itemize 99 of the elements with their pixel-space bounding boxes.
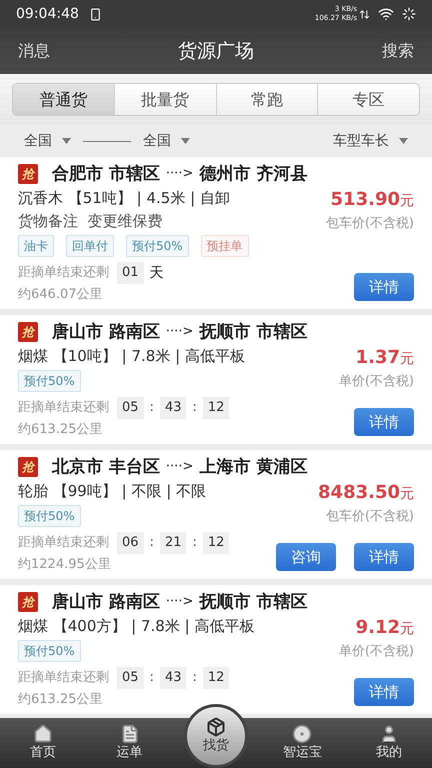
countdown-separator: : — [192, 534, 197, 552]
countdown-value: 43 — [160, 667, 186, 689]
destination-text: 抚顺市 市辖区 — [199, 321, 308, 344]
countdown-value: 12 — [202, 667, 230, 689]
caret-icon — [62, 138, 71, 144]
countdown-label: 距摘单结束还剩 — [18, 534, 109, 552]
search-link[interactable]: 搜索 — [382, 39, 414, 63]
cargo-info: 沉香木 【51吨】 | 4.5米 | 自卸 — [18, 188, 231, 209]
document-icon — [120, 724, 140, 744]
price-value: 9.12 — [356, 616, 400, 640]
tag: 油卡 — [18, 235, 54, 257]
origin-text: 唐山市 路南区 — [52, 321, 160, 344]
price-value: 513.90 — [330, 188, 400, 212]
cargo-card[interactable]: 抢 唐山市 路南区 ····> 抚顺市 市辖区 烟煤 【10吨】 | 7.8米 | 高低平板 预付50% 距摘单结束还剩 05 : 43 : 12 约613.25公里 1.37元 单价(不含税) 详情 — [0, 315, 432, 444]
coin-icon — [292, 724, 312, 744]
countdown-separator: : — [150, 534, 154, 552]
home-icon — [33, 724, 54, 744]
action-button[interactable]: 详情 — [354, 273, 414, 301]
origin-text: 北京市 丰台区 — [52, 456, 160, 479]
tag: 预付50% — [18, 370, 81, 392]
category-tab[interactable]: 普通货 — [13, 84, 114, 115]
action-button[interactable]: 详情 — [354, 408, 414, 436]
tag: 回单付 — [66, 235, 114, 257]
action-button[interactable]: 详情 — [354, 543, 414, 571]
tag: 预挂单 — [200, 235, 249, 257]
price-unit: 元 — [400, 485, 414, 504]
nav-item[interactable]: 我的 — [370, 718, 408, 768]
nav-item[interactable]: 运单 — [110, 718, 149, 768]
wifi-icon — [378, 6, 394, 22]
price-value: 1.37 — [356, 346, 400, 370]
countdown-value: 05 — [117, 667, 144, 689]
grab-badge: 抢 — [18, 592, 38, 612]
countdown-value: 01 — [117, 262, 144, 284]
origin-text: 合肥市 市辖区 — [52, 163, 160, 186]
countdown-value: 12 — [202, 397, 230, 419]
data-arrows-icon — [359, 8, 370, 20]
messages-link[interactable]: 消息 — [18, 39, 50, 63]
countdown-separator: : — [150, 399, 154, 418]
countdown-value: 43 — [160, 397, 186, 419]
grab-badge: 抢 — [18, 164, 38, 184]
countdown-unit: 天 — [150, 264, 164, 282]
grab-badge: 抢 — [18, 322, 38, 342]
price-unit: 元 — [400, 620, 414, 639]
destination-text: 德州市 齐河县 — [199, 163, 308, 186]
tag: 预付50% — [18, 505, 81, 527]
tag: 预付50% — [126, 235, 189, 257]
cargo-info: 轮胎 【99吨】 | 不限 | 不限 — [18, 481, 208, 502]
cargo-card[interactable]: 抢 合肥市 市辖区 ····> 德州市 齐河县 沉香木 【51吨】 | 4.5米 | 自卸 货物备注 变更维保费 油卡 回单付 预付50% 预挂单 距摘单结束还剩 01 天 约646.07公里 513.90元 包车价(不含税) 详情 — [0, 157, 432, 309]
cargo-note: 货物备注 变更维保费 — [18, 211, 164, 232]
category-tab[interactable]: 常跑 — [216, 84, 318, 115]
caret-icon — [181, 138, 190, 144]
cargo-info: 烟煤 【400方】 | 7.8米 | 高低平板 — [18, 616, 256, 637]
cargo-card[interactable]: 抢 北京市 丰台区 ····> 上海市 黄浦区 轮胎 【99吨】 | 不限 | 不限 预付50% 距摘单结束还剩 06 : 21 : 12 约1224.95公里 8483.50元 包车价(不含税) 咨询 详情 — [0, 450, 432, 579]
category-tab[interactable]: 批量货 — [114, 84, 216, 115]
price-label: 单价(不含税) — [338, 373, 414, 391]
price-unit: 元 — [400, 350, 414, 369]
route-arrow: ····> — [166, 323, 194, 341]
price-label: 包车价(不含税) — [326, 508, 414, 526]
destination-text: 上海市 黄浦区 — [199, 456, 308, 479]
nav-item[interactable]: 找货 — [184, 704, 248, 768]
origin-text: 唐山市 路南区 — [52, 591, 160, 614]
countdown-label: 距摘单结束还剩 — [18, 399, 109, 418]
tag: 预付50% — [18, 640, 81, 662]
countdown-separator: : — [192, 399, 197, 418]
countdown-separator: : — [192, 669, 197, 688]
route-arrow: ····> — [166, 458, 194, 476]
action-button[interactable]: 详情 — [354, 678, 414, 706]
box-icon — [206, 717, 226, 737]
countdown-value: 12 — [202, 532, 230, 554]
origin-filter[interactable]: 全国 — [24, 130, 52, 152]
price-label: 单价(不含税) — [338, 643, 414, 661]
nav-item[interactable]: 首页 — [24, 718, 62, 768]
countdown-value: 06 — [117, 532, 144, 554]
cargo-info: 烟煤 【10吨】 | 7.8米 | 高低平板 — [18, 346, 246, 367]
destination-filter[interactable]: 全国 — [143, 130, 171, 152]
price-unit: 元 — [400, 192, 414, 211]
countdown-label: 距摘单结束还剩 — [18, 264, 109, 282]
vehicle-filter[interactable]: 车型车长 — [333, 130, 389, 152]
caret-icon — [399, 138, 408, 144]
countdown-value: 05 — [117, 397, 144, 419]
grab-badge: 抢 — [18, 457, 38, 477]
destination-text: 抚顺市 市辖区 — [199, 591, 308, 614]
price-value: 8483.50 — [318, 481, 400, 505]
cargo-card[interactable]: 抢 唐山市 路南区 ····> 抚顺市 市辖区 烟煤 【400方】 | 7.8米 | 高低平板 预付50% 距摘单结束还剩 05 : 43 : 12 约613.25公里 9.12元 单价(不含税) 详情 — [0, 585, 432, 714]
countdown-label: 距摘单结束还剩 — [18, 669, 109, 688]
distance-text: 约646.07公里 — [18, 286, 104, 304]
category-tab[interactable]: 专区 — [317, 84, 419, 115]
distance-text: 约613.25公里 — [18, 691, 104, 709]
countdown-value: 21 — [160, 532, 186, 554]
route-arrow: ····> — [166, 593, 194, 611]
action-button[interactable]: 咨询 — [276, 543, 336, 571]
page-title: 货源广场 — [178, 38, 254, 64]
countdown-separator: : — [150, 669, 154, 688]
distance-text: 约1224.95公里 — [18, 556, 112, 574]
distance-text: 约613.25公里 — [18, 421, 104, 439]
clock-text: 09:04:48 — [16, 4, 79, 24]
nav-item[interactable]: 智运宝 — [276, 718, 328, 768]
route-arrow: ····> — [166, 165, 194, 183]
price-label: 包车价(不含税) — [326, 215, 414, 233]
